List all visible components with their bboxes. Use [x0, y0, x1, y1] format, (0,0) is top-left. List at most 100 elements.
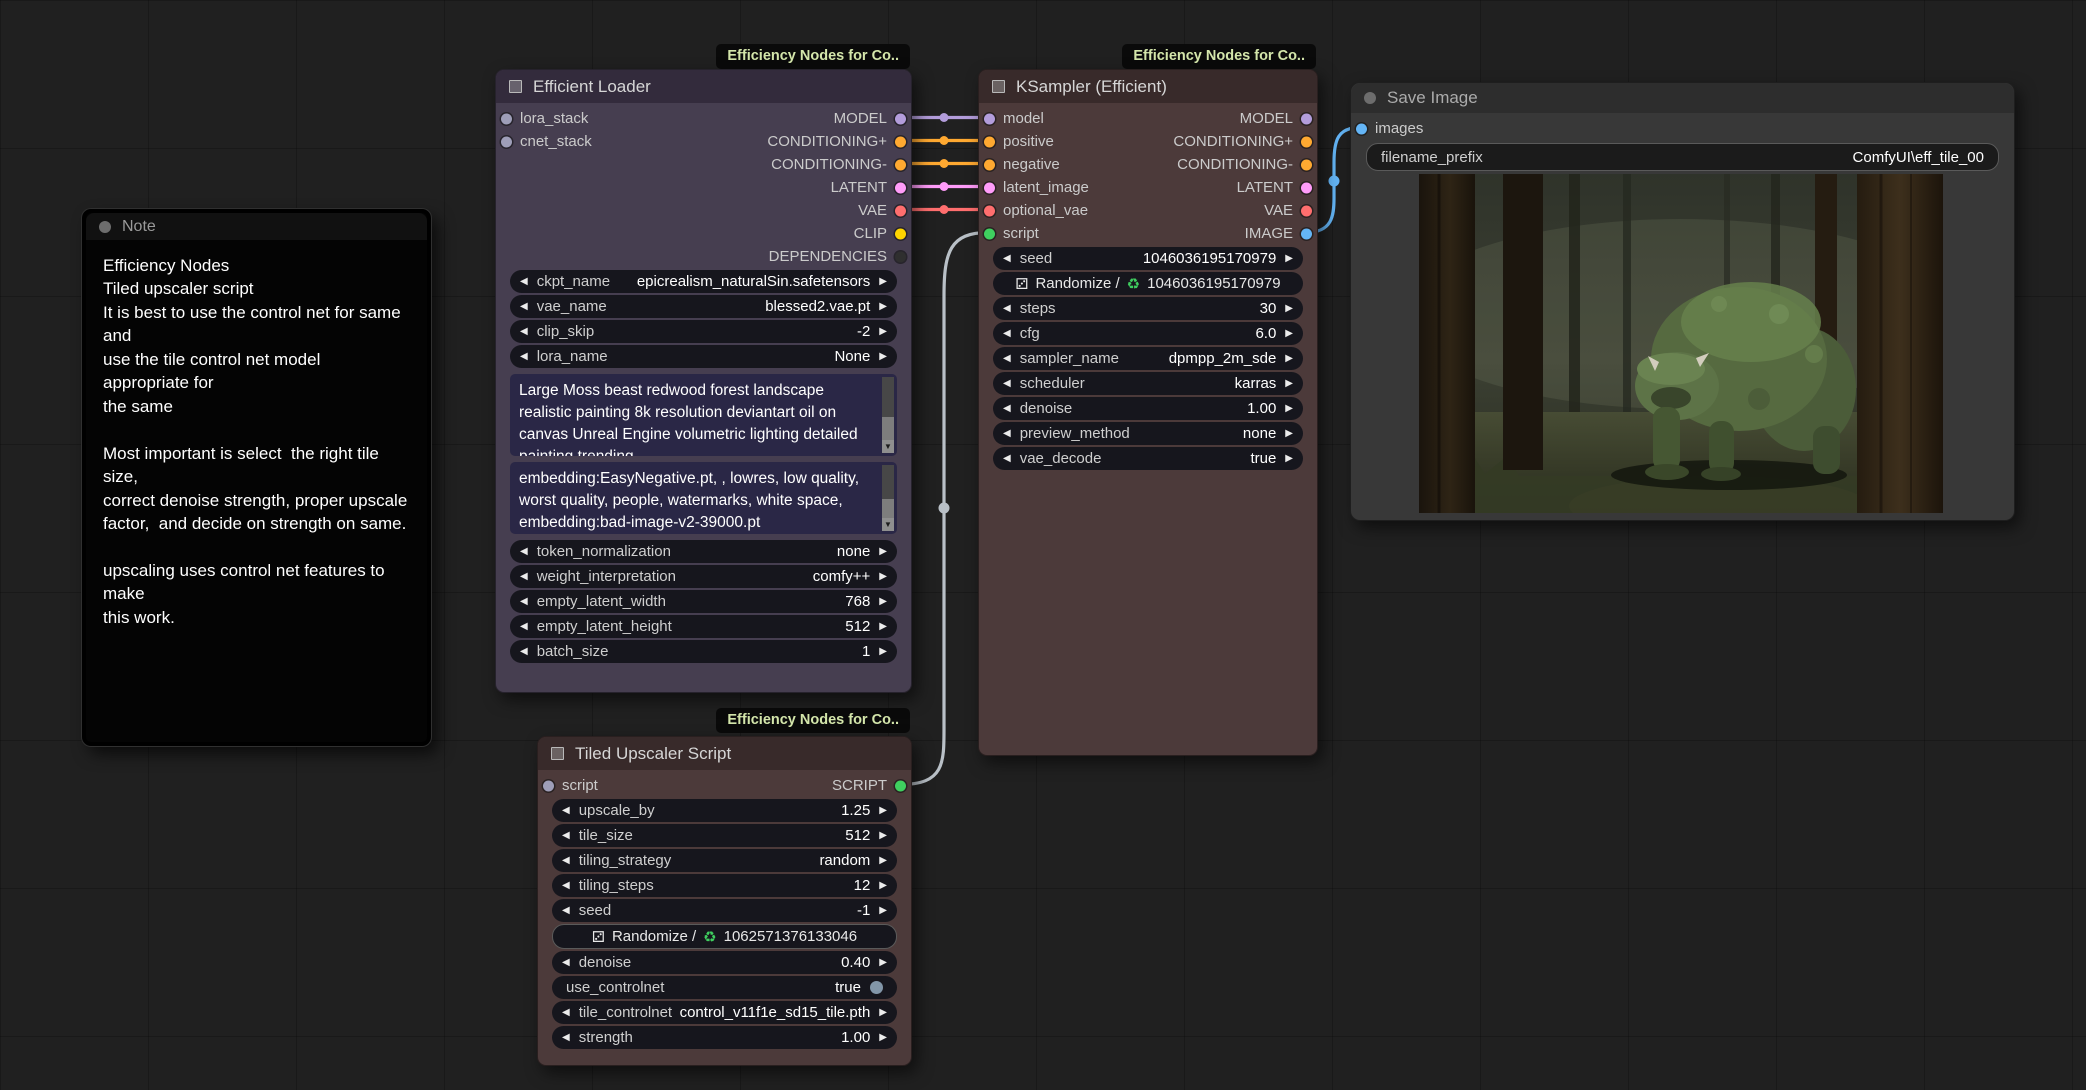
- increment-arrow-icon[interactable]: ▶: [879, 856, 887, 866]
- output-port-conditioning-plus[interactable]: [895, 136, 906, 147]
- output-port-vae[interactable]: [895, 205, 906, 216]
- widget-denoise[interactable]: ◀ denoise 1.00 ▶: [993, 397, 1303, 420]
- increment-arrow-icon[interactable]: ▶: [1285, 254, 1293, 264]
- decrement-arrow-icon[interactable]: ◀: [520, 622, 528, 632]
- widget-token-normalization[interactable]: ◀ token_normalization none ▶: [510, 540, 897, 563]
- widget-seed[interactable]: ◀ seed 1046036195170979 ▶: [993, 247, 1303, 270]
- widget-ckpt-name[interactable]: ◀ ckpt_name epicrealism_naturalSin.safet…: [510, 270, 897, 293]
- increment-arrow-icon[interactable]: ▶: [879, 572, 887, 582]
- increment-arrow-icon[interactable]: ▶: [879, 958, 887, 968]
- widget-steps[interactable]: ◀ steps 30 ▶: [993, 297, 1303, 320]
- increment-arrow-icon[interactable]: ▶: [1285, 354, 1293, 364]
- widget-empty-latent-width[interactable]: ◀ empty_latent_width 768 ▶: [510, 590, 897, 613]
- scroll-down-icon[interactable]: ▼: [882, 518, 894, 531]
- widget-clip-skip[interactable]: ◀ clip_skip -2 ▶: [510, 320, 897, 343]
- increment-arrow-icon[interactable]: ▶: [1285, 379, 1293, 389]
- decrement-arrow-icon[interactable]: ◀: [520, 647, 528, 657]
- increment-arrow-icon[interactable]: ▶: [879, 302, 887, 312]
- note-node-header[interactable]: Note: [86, 213, 427, 240]
- increment-arrow-icon[interactable]: ▶: [879, 647, 887, 657]
- widget-vae-decode[interactable]: ◀ vae_decode true ▶: [993, 447, 1303, 470]
- collapse-box-icon[interactable]: [992, 80, 1005, 93]
- ksampler-efficient-node[interactable]: KSampler (Efficient) model MODEL positiv…: [978, 69, 1318, 756]
- widget-sampler-name[interactable]: ◀ sampler_name dpmpp_2m_sde ▶: [993, 347, 1303, 370]
- efficient-loader-node[interactable]: Efficient Loader lora_stack MODEL cnet_s…: [495, 69, 912, 693]
- collapse-box-icon[interactable]: [551, 747, 564, 760]
- increment-arrow-icon[interactable]: ▶: [1285, 404, 1293, 414]
- increment-arrow-icon[interactable]: ▶: [1285, 429, 1293, 439]
- increment-arrow-icon[interactable]: ▶: [879, 622, 887, 632]
- tiled-upscaler-header[interactable]: Tiled Upscaler Script: [538, 737, 911, 770]
- decrement-arrow-icon[interactable]: ◀: [1003, 354, 1011, 364]
- increment-arrow-icon[interactable]: ▶: [879, 277, 887, 287]
- randomize-seed-button[interactable]: ⚂ Randomize / ♻ 1062571376133046: [552, 924, 897, 949]
- decrement-arrow-icon[interactable]: ◀: [562, 1008, 570, 1018]
- output-port-latent[interactable]: [1301, 182, 1312, 193]
- increment-arrow-icon[interactable]: ▶: [879, 906, 887, 916]
- widget-tiling-steps[interactable]: ◀ tiling_steps 12 ▶: [552, 874, 897, 897]
- increment-arrow-icon[interactable]: ▶: [1285, 304, 1293, 314]
- increment-arrow-icon[interactable]: ▶: [879, 547, 887, 557]
- input-port-optional-vae[interactable]: [984, 205, 995, 216]
- decrement-arrow-icon[interactable]: ◀: [562, 958, 570, 968]
- increment-arrow-icon[interactable]: ▶: [879, 597, 887, 607]
- input-port-lora-stack[interactable]: [501, 113, 512, 124]
- decrement-arrow-icon[interactable]: ◀: [562, 881, 570, 891]
- decrement-arrow-icon[interactable]: ◀: [520, 277, 528, 287]
- note-node[interactable]: Note Efficiency Nodes Tiled upscaler scr…: [82, 209, 431, 746]
- input-port-cnet-stack[interactable]: [501, 136, 512, 147]
- widget-batch-size[interactable]: ◀ batch_size 1 ▶: [510, 640, 897, 663]
- scrollbar-thumb[interactable]: [882, 377, 894, 417]
- negative-prompt-textarea[interactable]: embedding:EasyNegative.pt, , lowres, low…: [510, 462, 897, 534]
- input-port-positive[interactable]: [984, 136, 995, 147]
- output-port-clip[interactable]: [895, 228, 906, 239]
- decrement-arrow-icon[interactable]: ◀: [520, 327, 528, 337]
- decrement-arrow-icon[interactable]: ◀: [562, 1033, 570, 1043]
- increment-arrow-icon[interactable]: ▶: [1285, 454, 1293, 464]
- output-port-script[interactable]: [895, 780, 906, 791]
- decrement-arrow-icon[interactable]: ◀: [562, 856, 570, 866]
- input-port-script[interactable]: [984, 228, 995, 239]
- collapse-box-icon[interactable]: [509, 80, 522, 93]
- output-port-model[interactable]: [895, 113, 906, 124]
- widget-vae-name[interactable]: ◀ vae_name blessed2.vae.pt ▶: [510, 295, 897, 318]
- decrement-arrow-icon[interactable]: ◀: [1003, 429, 1011, 439]
- increment-arrow-icon[interactable]: ▶: [879, 1008, 887, 1018]
- decrement-arrow-icon[interactable]: ◀: [520, 352, 528, 362]
- output-port-vae[interactable]: [1301, 205, 1312, 216]
- decrement-arrow-icon[interactable]: ◀: [520, 597, 528, 607]
- decrement-arrow-icon[interactable]: ◀: [1003, 304, 1011, 314]
- input-port-script[interactable]: [543, 780, 554, 791]
- output-port-conditioning-minus[interactable]: [895, 159, 906, 170]
- widget-upscale-by[interactable]: ◀ upscale_by 1.25 ▶: [552, 799, 897, 822]
- widget-empty-latent-height[interactable]: ◀ empty_latent_height 512 ▶: [510, 615, 897, 638]
- output-port-latent[interactable]: [895, 182, 906, 193]
- widget-scheduler[interactable]: ◀ scheduler karras ▶: [993, 372, 1303, 395]
- output-port-conditioning-minus[interactable]: [1301, 159, 1312, 170]
- randomize-seed-button[interactable]: ⚂ Randomize / ♻ 1046036195170979: [993, 272, 1303, 295]
- widget-tile-controlnet[interactable]: ◀ tile_controlnet control_v11f1e_sd15_ti…: [552, 1001, 897, 1024]
- input-port-model[interactable]: [984, 113, 995, 124]
- widget-seed[interactable]: ◀ seed -1 ▶: [552, 899, 897, 922]
- widget-cfg[interactable]: ◀ cfg 6.0 ▶: [993, 322, 1303, 345]
- decrement-arrow-icon[interactable]: ◀: [520, 572, 528, 582]
- tiled-upscaler-script-node[interactable]: Tiled Upscaler Script script SCRIPT ◀ up…: [537, 736, 912, 1066]
- ksampler-header[interactable]: KSampler (Efficient): [979, 70, 1317, 103]
- node-graph-canvas[interactable]: Efficiency Nodes for Co.. Efficiency Nod…: [0, 0, 2086, 1090]
- decrement-arrow-icon[interactable]: ◀: [562, 906, 570, 916]
- increment-arrow-icon[interactable]: ▶: [1285, 329, 1293, 339]
- scrollbar-thumb[interactable]: [882, 465, 894, 499]
- scroll-down-icon[interactable]: ▼: [882, 440, 894, 453]
- decrement-arrow-icon[interactable]: ◀: [520, 547, 528, 557]
- collapse-dot-icon[interactable]: [1364, 92, 1376, 104]
- save-image-header[interactable]: Save Image: [1351, 83, 2014, 113]
- input-port-images[interactable]: [1356, 123, 1367, 134]
- increment-arrow-icon[interactable]: ▶: [879, 327, 887, 337]
- decrement-arrow-icon[interactable]: ◀: [520, 302, 528, 312]
- input-port-latent-image[interactable]: [984, 182, 995, 193]
- widget-filename-prefix[interactable]: filename_prefix ComfyUI\eff_tile_00: [1366, 143, 1999, 171]
- input-port-negative[interactable]: [984, 159, 995, 170]
- increment-arrow-icon[interactable]: ▶: [879, 881, 887, 891]
- output-port-dependencies[interactable]: [895, 251, 906, 262]
- output-port-conditioning-plus[interactable]: [1301, 136, 1312, 147]
